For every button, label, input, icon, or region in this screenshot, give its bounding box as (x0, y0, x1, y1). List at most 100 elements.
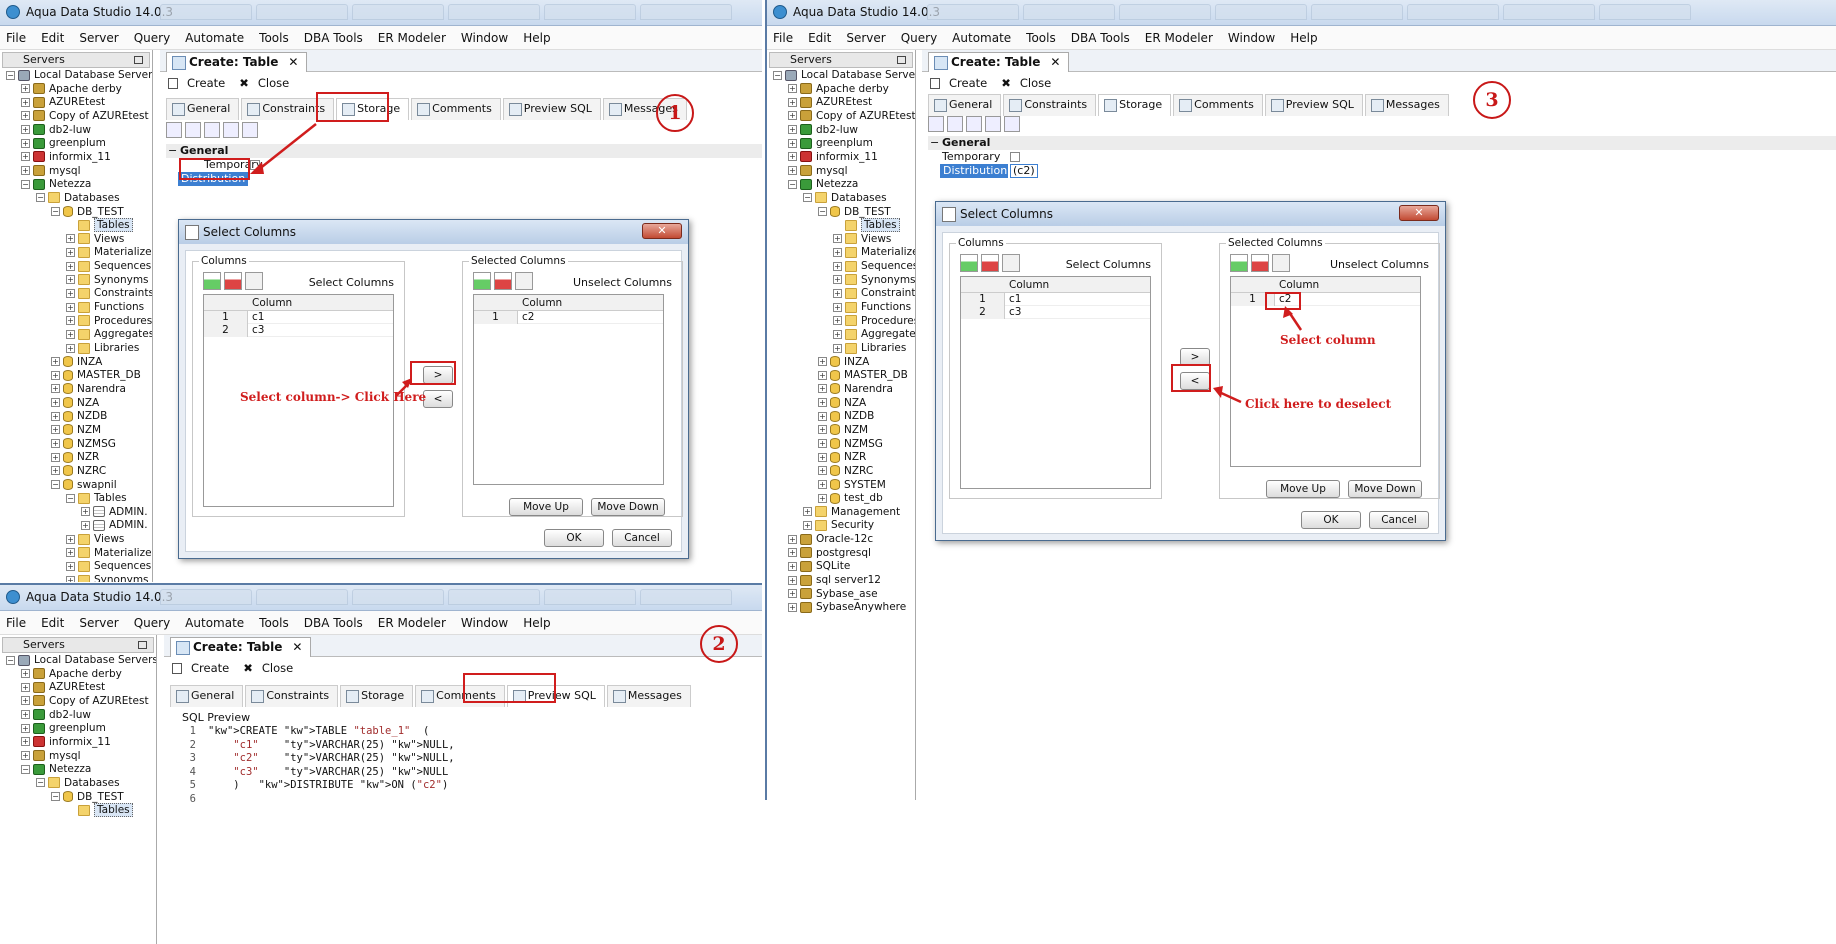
tree-node-label: db2-luw (49, 708, 91, 721)
tree-node[interactable]: + mysql (21, 749, 81, 763)
tree-node-label: Apache derby (49, 667, 122, 680)
folder-icon (78, 804, 90, 816)
servers-label: Servers (23, 638, 65, 651)
tree-node[interactable]: + informix_11 (21, 735, 111, 749)
tab-general[interactable]: General (170, 685, 244, 707)
line-number: 2 (189, 738, 196, 751)
expand-toggle-icon[interactable]: + (21, 696, 30, 706)
menu-bar: File Edit Server Query Automate Tools DBA Tool… (0, 611, 762, 635)
menu-item-help[interactable]: Help (523, 616, 550, 630)
tree-node-label: Local Database Servers (34, 654, 157, 666)
step-2-marker: 2 (700, 625, 738, 663)
create-icon (172, 662, 182, 674)
expand-toggle-icon[interactable]: + (21, 737, 30, 747)
annotation-arrows (250, 123, 412, 397)
database-icon (63, 791, 73, 802)
annotation-box-preview-sql (463, 673, 556, 703)
menu-item-er-modeler[interactable]: ER Modeler (378, 616, 446, 630)
line-number: 6 (189, 793, 196, 805)
folder-icon (48, 777, 60, 789)
tree-node-label: Netezza (49, 763, 92, 776)
tab-constraints[interactable]: Constraints (245, 685, 339, 707)
expand-toggle-icon[interactable]: − (6, 655, 15, 665)
app-icon (6, 590, 20, 604)
tree-node[interactable]: + Apache derby (21, 667, 122, 681)
sql-line: "c2" "ty">VARCHAR(25) "kw">NULL, (233, 752, 455, 765)
document-tabbar: Create: Table ✕ (164, 635, 762, 657)
expand-toggle-icon[interactable]: − (36, 778, 45, 788)
sql-line: "c1" "ty">VARCHAR(25) "kw">NULL, (233, 738, 455, 751)
menu-item-query[interactable]: Query (134, 616, 170, 630)
database-icon (33, 709, 45, 721)
tab-label: Create: Table (193, 640, 283, 654)
line-number: 3 (189, 752, 196, 765)
tree-node-label: greenplum (49, 722, 106, 735)
expand-toggle-icon[interactable]: − (51, 792, 60, 801)
close-tab-icon[interactable]: ✕ (292, 640, 302, 654)
tab-storage[interactable]: Storage (340, 685, 414, 707)
database-icon (33, 750, 45, 762)
tree-node[interactable]: − Netezza (21, 762, 91, 776)
tree-node-label: informix_11 (49, 735, 111, 748)
window-title: Aqua Data Studio 14.0.3 (26, 590, 174, 604)
tree-node-label: mysql (49, 749, 81, 762)
tree-node-label: Copy of AZUREtest (49, 694, 149, 707)
expand-toggle-icon[interactable]: + (21, 682, 30, 692)
line-number: 4 (189, 765, 196, 778)
tree-node-label: Tables (94, 803, 133, 818)
close-button[interactable]: Close (262, 661, 293, 675)
tree-node[interactable]: − Local Database Servers (6, 653, 157, 667)
window-step3: Aqua Data Studio 14.0.3 File Edit Server Qu… (765, 0, 1836, 800)
line-number: 5 (189, 779, 196, 792)
tree-node[interactable]: − Databases (36, 776, 120, 790)
expand-toggle-icon[interactable]: − (21, 764, 30, 774)
annotation-select-click: Select column-> Click Here (240, 390, 427, 404)
sql-preview-editor[interactable]: 1 "kw">CREATE "kw">TABLE "table_1" (2 "c1… (182, 725, 682, 815)
server-tree: − Local Database Servers + Apache derby + AZU… (0, 653, 156, 944)
database-icon (33, 722, 45, 734)
menu-item-window[interactable]: Window (461, 616, 508, 630)
browser-tabs-ghost (160, 589, 732, 605)
tree-node[interactable]: Tables (66, 803, 133, 818)
sql-preview-label: SQL Preview (182, 711, 251, 724)
tab-create-table[interactable]: Create: Table ✕ (170, 637, 312, 657)
tree-node[interactable]: − DB_TEST (51, 790, 124, 804)
expand-toggle-icon[interactable]: + (21, 669, 30, 679)
tree-node[interactable]: + AZUREtest (21, 680, 105, 694)
tree-node-label: AZUREtest (49, 681, 106, 694)
menu-item-tools[interactable]: Tools (259, 616, 289, 630)
step-3-marker: 3 (1473, 81, 1511, 119)
servers-panel: Servers − Local Database Servers + Apache d… (0, 635, 157, 944)
step-1-marker: 1 (656, 94, 694, 132)
sql-line: ) "kw">DISTRIBUTE "kw">ON ("c2") (208, 779, 449, 792)
database-icon (33, 736, 45, 748)
menu-item-server[interactable]: Server (79, 616, 118, 630)
maximize-icon[interactable] (138, 641, 147, 649)
subtab-bar: General Constraints Storage Comments Preview… (170, 685, 691, 707)
servers-header: Servers (2, 637, 154, 653)
expand-toggle-icon[interactable]: + (21, 710, 30, 720)
database-icon (33, 763, 45, 775)
title-bar: Aqua Data Studio 14.0.3 (0, 585, 762, 611)
menu-item-automate[interactable]: Automate (185, 616, 244, 630)
tree-node[interactable]: + db2-luw (21, 708, 91, 722)
annotation-click-deselect: Click here to deselect (1245, 397, 1392, 411)
expand-toggle-icon[interactable]: + (21, 751, 30, 761)
menu-item-edit[interactable]: Edit (41, 616, 64, 630)
database-icon (18, 654, 30, 666)
menu-item-file[interactable]: File (6, 616, 26, 630)
tree-node[interactable]: + greenplum (21, 721, 106, 735)
expand-toggle-icon[interactable]: + (21, 723, 30, 733)
tree-node-label: Databases (64, 776, 120, 789)
sql-line: "c3" "ty">VARCHAR(25) "kw">NULL (233, 765, 449, 778)
database-icon (33, 668, 45, 680)
window-step1: Aqua Data Studio 14.0.3 File Edit Server Qu… (0, 0, 762, 582)
tree-node-label: DB_TEST (77, 790, 124, 803)
menu-item-dba-tools[interactable]: DBA Tools (304, 616, 363, 630)
sql-line: "kw">CREATE "kw">TABLE "table_1" ( (208, 725, 430, 737)
window-step2: Aqua Data Studio 14.0.3 File Edit Server Qu… (0, 583, 762, 944)
tree-node[interactable]: + Copy of AZUREtest (21, 694, 149, 708)
tab-messages[interactable]: Messages (606, 685, 691, 707)
create-button[interactable]: Create (191, 661, 229, 675)
close-icon: ✖ (243, 661, 253, 675)
